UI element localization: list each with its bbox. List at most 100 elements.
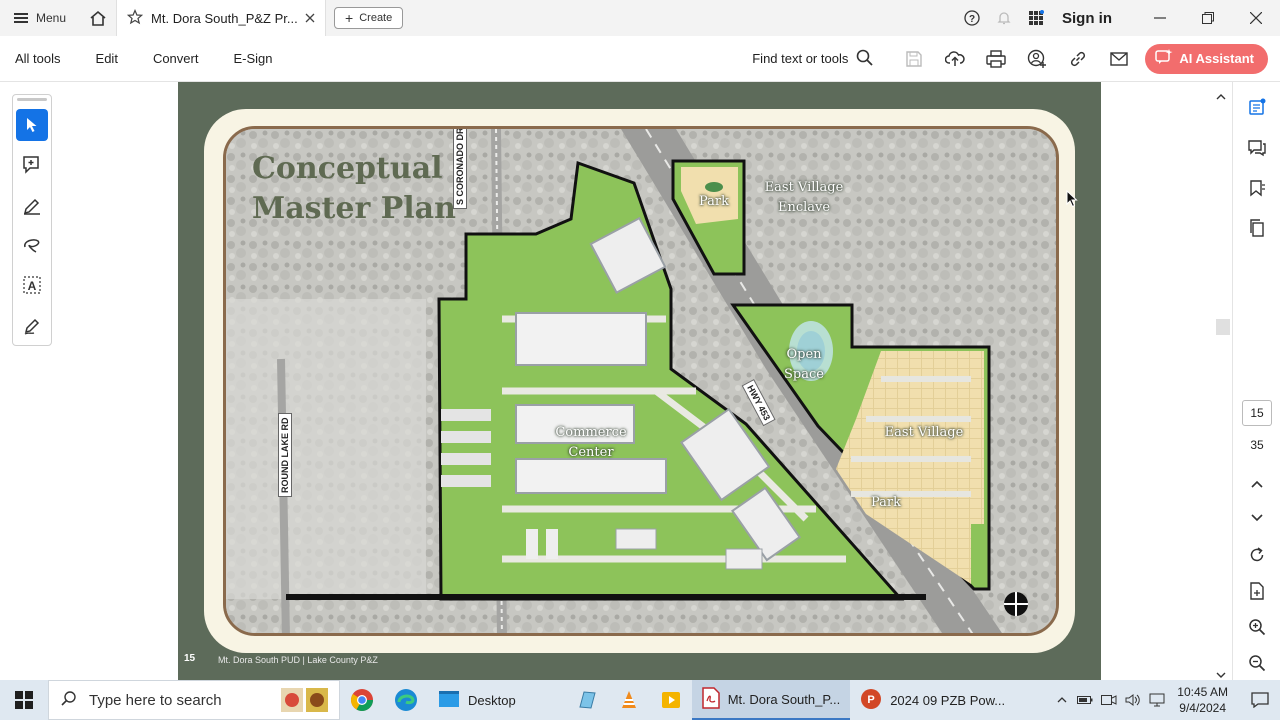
menu-all-tools[interactable]: All tools [15,51,61,66]
highlight-pen-icon[interactable] [16,189,48,221]
zoom-in-icon[interactable] [1233,612,1280,642]
label-commerce-line1: Commerce [555,425,627,440]
clock-time: 10:45 AM [1177,685,1228,699]
rotate-icon[interactable] [1233,540,1280,570]
find-label: Find text or tools [752,51,849,66]
pdf-file-icon [701,686,720,712]
road-label-coronado: S CORONADO DR [453,129,467,209]
menu-edit[interactable]: Edit [96,51,118,66]
acrobat-taskbar-app[interactable]: Mt. Dora South_P... [691,680,851,720]
label-enclave-line1: East Village [764,180,844,195]
minimize-icon[interactable] [1136,0,1184,36]
scroll-thumb[interactable] [1216,319,1230,335]
tray-chevron-up-icon[interactable] [1051,697,1073,703]
restore-icon[interactable] [1184,0,1232,36]
sign-pen-icon[interactable] [16,309,48,341]
search-placeholder: Type here to search [89,691,222,709]
previous-page-icon[interactable] [1233,469,1280,499]
drag-grip[interactable] [17,98,47,101]
video-app-icon[interactable] [650,680,692,720]
label-open-space: Open Space [774,345,834,385]
powerpoint-icon: P [860,688,882,713]
windows-start-icon[interactable] [0,680,48,720]
search-highlight-image-icon [281,686,329,714]
total-pages: 35 [1250,438,1264,452]
link-icon[interactable] [1057,36,1098,82]
next-page-icon[interactable] [1233,503,1280,533]
notifications-icon[interactable] [1240,692,1280,708]
close-tab-icon[interactable] [305,11,315,26]
menu-label: Menu [36,11,67,25]
notification-bell-icon[interactable] [988,0,1020,36]
battery-icon[interactable] [1073,695,1097,705]
pdf-page: Conceptual Master Plan Park East Village… [178,82,1101,680]
ai-assistant-label: AI Assistant [1179,51,1254,66]
bookmarks-icon[interactable] [1233,173,1280,203]
add-comment-icon[interactable] [16,149,48,181]
home-icon[interactable] [80,0,116,36]
edge-app-icon[interactable] [384,680,428,720]
draw-freehand-icon[interactable] [16,229,48,261]
network-icon[interactable] [1145,693,1169,707]
ai-assistant-button[interactable]: AI Assistant [1145,43,1268,74]
create-button[interactable]: + Create [334,7,404,29]
share-user-icon[interactable] [1016,36,1057,82]
svg-text:P: P [868,694,875,706]
comments-icon[interactable] [1233,133,1280,163]
scroll-up-icon[interactable] [1216,88,1226,106]
find-tools-search[interactable]: Find text or tools [752,49,873,69]
label-open-space-line2: Space [784,367,824,382]
email-icon[interactable] [1098,36,1139,82]
menu-button[interactable]: Menu [0,0,80,36]
label-park-top: Park [698,194,729,209]
save-icon[interactable] [893,36,934,82]
vertical-scrollbar[interactable] [1212,82,1232,680]
meet-now-icon[interactable] [1097,693,1121,707]
desktop-app[interactable]: Desktop [428,680,526,720]
page-tools-icon[interactable] [1233,92,1280,122]
print-icon[interactable] [975,36,1016,82]
powerpoint-taskbar-app[interactable]: P 2024 09 PZB Pow... [850,680,1015,720]
tab-title: Mt. Dora South_P&Z Pr... [151,10,298,26]
chrome-app-icon[interactable] [340,680,384,720]
volume-icon[interactable] [1121,693,1145,707]
plan-title-line1: Conceptual [252,151,443,186]
title-bar: Menu Mt. Dora South_P&Z Pr... + Create ?… [0,0,1280,36]
powerpoint-taskbar-label: 2024 09 PZB Pow... [890,692,1006,708]
close-window-icon[interactable] [1232,0,1280,36]
vlc-app-icon[interactable] [608,680,650,720]
menu-convert[interactable]: Convert [153,51,199,66]
mouse-cursor-icon [1066,189,1078,213]
text-select-icon[interactable]: A [16,269,48,301]
hamburger-icon [14,13,28,23]
plus-icon: + [345,10,354,26]
sign-in-button[interactable]: Sign in [1062,10,1112,27]
star-icon[interactable] [126,8,144,28]
label-park-bottom: Park [870,495,901,510]
notepad-app-icon[interactable] [566,680,608,720]
windows-taskbar: Type here to search Desktop Mt. Dora Sou… [0,680,1280,720]
system-tray: 10:45 AM 9/4/2024 [1051,680,1280,720]
right-sidebar: 15 35 [1232,82,1280,680]
acrobat-taskbar-label: Mt. Dora South_P... [727,691,841,707]
pages-copy-icon[interactable] [1233,213,1280,243]
label-east-village: East Village [884,425,964,440]
menu-e-sign[interactable]: E-Sign [233,51,272,66]
document-tab[interactable]: Mt. Dora South_P&Z Pr... [116,0,327,36]
label-open-space-line1: Open [786,347,822,362]
plan-title-line2: Master Plan [252,191,456,226]
taskbar-search-box[interactable]: Type here to search [48,680,340,720]
select-tool-icon[interactable] [16,109,48,141]
document-viewport[interactable]: Conceptual Master Plan Park East Village… [178,82,1232,680]
desktop-icon [438,690,460,711]
taskbar-clock[interactable]: 10:45 AM 9/4/2024 [1177,684,1228,716]
current-page-input[interactable]: 15 [1242,400,1272,426]
apps-grid-icon[interactable] [1020,0,1052,36]
help-icon[interactable]: ? [956,0,988,36]
cloud-upload-icon[interactable] [934,36,975,82]
document-export-icon[interactable] [1233,576,1280,606]
ai-assistant-icon [1155,49,1173,68]
svg-text:?: ? [969,14,975,25]
search-icon [856,49,873,69]
zoom-out-icon[interactable] [1233,648,1280,678]
